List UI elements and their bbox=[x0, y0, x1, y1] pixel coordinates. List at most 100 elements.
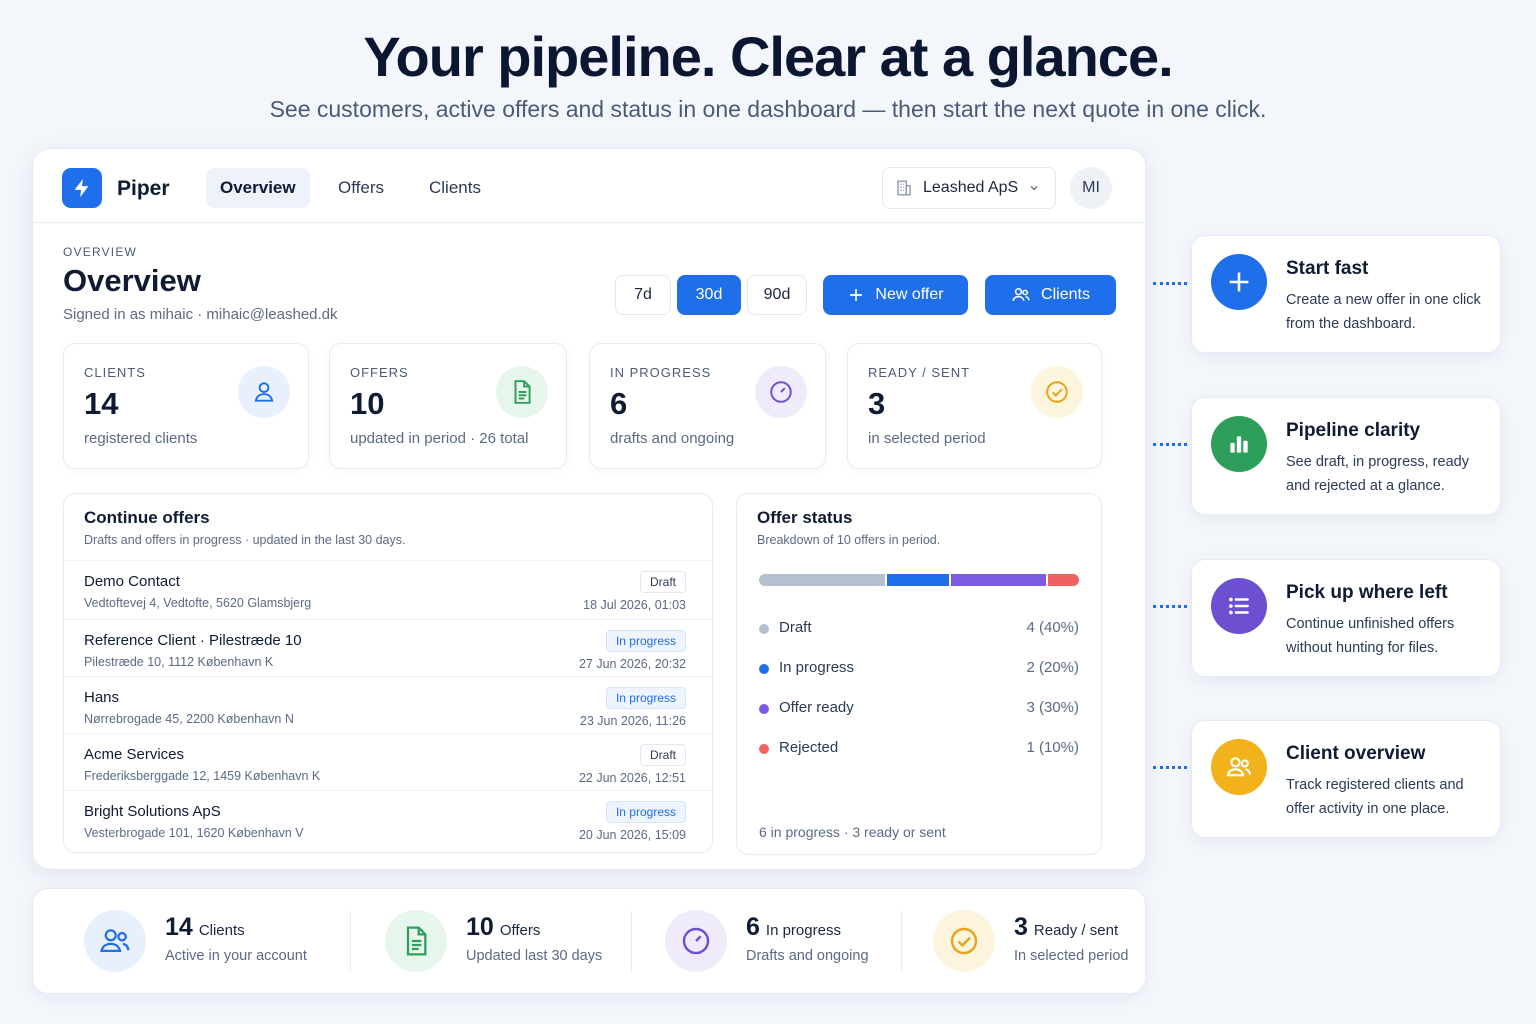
document-icon bbox=[385, 910, 447, 972]
new-offer-button[interactable]: New offer bbox=[823, 275, 968, 315]
nav-tab-overview[interactable]: Overview bbox=[206, 168, 310, 208]
chevron-down-icon bbox=[1030, 186, 1038, 191]
stat-value: 3 bbox=[868, 386, 886, 421]
summary-label: In progress bbox=[765, 922, 841, 939]
stat-label: READY / SENT bbox=[868, 365, 971, 380]
offer-address: Vedtoftevej 4, Vedtofte, 5620 Glamsbjerg bbox=[84, 596, 312, 610]
status-badge: In progress bbox=[605, 687, 686, 709]
period-7d-button[interactable]: 7d bbox=[615, 275, 671, 315]
legend-item-offer-ready: Offer ready 3 (30%) bbox=[759, 698, 1079, 720]
summary-sub: In selected period bbox=[1014, 948, 1129, 964]
status-bar-segment bbox=[951, 574, 1046, 586]
offer-date: 20 Jun 2026, 15:09 bbox=[578, 828, 686, 842]
panel-title: Continue offers bbox=[84, 508, 210, 527]
legend-label: In progress bbox=[779, 659, 855, 676]
offer-row[interactable]: Acme Services Frederiksberggade 12, 1459… bbox=[64, 733, 712, 790]
offer-name: Hans bbox=[84, 689, 120, 706]
panel-title: Offer status bbox=[757, 508, 853, 527]
summary-value: 3 Ready / sent bbox=[1014, 913, 1118, 942]
connector-dots bbox=[1153, 766, 1187, 769]
clients-button-label: Clients bbox=[1041, 286, 1090, 303]
stat-subtext: updated in period · 26 total bbox=[350, 430, 529, 447]
avatar[interactable]: MI bbox=[1070, 167, 1112, 209]
status-bar-segment bbox=[1047, 574, 1079, 586]
divider bbox=[901, 911, 902, 971]
panel-subtitle: Breakdown of 10 offers in period. bbox=[757, 533, 941, 547]
offer-date: 23 Jun 2026, 11:26 bbox=[579, 714, 686, 728]
clients-button[interactable]: Clients bbox=[985, 275, 1116, 315]
check-circle-icon bbox=[1031, 366, 1083, 418]
stat-value: 14 bbox=[84, 386, 119, 421]
period-90d-button[interactable]: 90d bbox=[747, 275, 807, 315]
org-name: Leashed ApS bbox=[923, 179, 1019, 196]
period-30d-button[interactable]: 30d bbox=[677, 275, 741, 315]
summary-number: 10 bbox=[466, 913, 494, 941]
stat-card-clients[interactable]: CLIENTS 14 registered clients bbox=[63, 343, 309, 469]
legend-value: 1 (10%) bbox=[1026, 739, 1079, 756]
legend-label: Rejected bbox=[779, 739, 839, 756]
offer-row[interactable]: Reference Client · Pilestræde 10 Pilestr… bbox=[64, 619, 712, 676]
connector-dots bbox=[1153, 282, 1187, 285]
plus-icon bbox=[1211, 254, 1267, 310]
summary-value: 14 Clients bbox=[165, 913, 245, 942]
status-badge: In progress bbox=[605, 630, 686, 652]
feature-desc: Continue unfinished offers without hunti… bbox=[1286, 616, 1455, 656]
stat-value: 6 bbox=[610, 386, 628, 421]
connector-dots bbox=[1153, 443, 1187, 446]
status-badge: In progress bbox=[605, 801, 686, 823]
offer-date: 18 Jul 2026, 01:03 bbox=[583, 598, 686, 612]
divider bbox=[350, 911, 351, 971]
check-circle-icon bbox=[933, 910, 995, 972]
stat-card-offers[interactable]: OFFERS 10 updated in period · 26 total bbox=[329, 343, 567, 469]
status-badge: Draft bbox=[639, 571, 686, 593]
summary-value: 10 Offers bbox=[466, 913, 540, 942]
legend-label: Draft bbox=[779, 619, 812, 636]
offer-name: Reference Client · Pilestræde 10 bbox=[84, 632, 302, 649]
hero-subtitle: See customers, active offers and status … bbox=[269, 96, 1267, 122]
feature-title: Client overview bbox=[1286, 743, 1426, 764]
legend-dot bbox=[759, 704, 769, 714]
summary-number: 3 bbox=[1014, 913, 1028, 941]
users-icon bbox=[1012, 288, 1030, 302]
nav-tab-clients[interactable]: Clients bbox=[415, 168, 495, 208]
offer-date: 22 Jun 2026, 12:51 bbox=[578, 771, 686, 785]
summary-bar: 14 Clients Active in your account 10 Offer… bbox=[32, 888, 1146, 994]
org-switcher[interactable]: Leashed ApS bbox=[882, 167, 1056, 209]
continue-offers-panel: Continue offers Drafts and offers in pro… bbox=[63, 493, 713, 853]
divider bbox=[631, 911, 632, 971]
document-icon bbox=[496, 366, 548, 418]
summary-label: Clients bbox=[198, 922, 245, 939]
offer-name: Demo Contact bbox=[84, 573, 180, 590]
offer-address: Pilestræde 10, 1112 København K bbox=[84, 655, 274, 669]
offer-name: Acme Services bbox=[84, 746, 185, 763]
offer-name: Bright Solutions ApS bbox=[84, 803, 221, 820]
summary-value: 6 In progress bbox=[746, 913, 841, 942]
connector-dots bbox=[1153, 605, 1187, 608]
feature-card-pipeline-clarity: Pipeline clarity See draft, in progress,… bbox=[1191, 397, 1501, 515]
summary-label: Offers bbox=[499, 922, 541, 939]
legend-item-rejected: Rejected 1 (10%) bbox=[759, 738, 1079, 760]
stat-subtext: drafts and ongoing bbox=[610, 430, 735, 447]
lightning-icon[interactable] bbox=[62, 168, 102, 208]
offer-date: 27 Jun 2026, 20:32 bbox=[578, 657, 686, 671]
timer-icon bbox=[755, 366, 807, 418]
stat-card-in-progress[interactable]: IN PROGRESS 6 drafts and ongoing bbox=[589, 343, 826, 469]
summary-sub: Active in your account bbox=[165, 948, 307, 964]
offer-row[interactable]: Hans Nørrebrogade 45, 2200 København N I… bbox=[64, 676, 712, 733]
summary-sub: Drafts and ongoing bbox=[746, 948, 869, 964]
nav-tab-offers[interactable]: Offers bbox=[324, 168, 398, 208]
offer-address: Nørrebrogade 45, 2200 København N bbox=[84, 712, 294, 726]
stat-card-ready-sent[interactable]: READY / SENT 3 in selected period bbox=[847, 343, 1102, 469]
summary-sub: Updated last 30 days bbox=[466, 948, 603, 964]
offer-row[interactable]: Bright Solutions ApS Vesterbrogade 101, … bbox=[64, 790, 712, 847]
legend-item-in-progress: In progress 2 (20%) bbox=[759, 658, 1079, 680]
legend-value: 3 (30%) bbox=[1026, 699, 1079, 716]
status-badge: Draft bbox=[639, 744, 686, 766]
offer-row[interactable]: Demo Contact Vedtoftevej 4, Vedtofte, 56… bbox=[64, 560, 712, 617]
summary-label: Ready / sent bbox=[1033, 922, 1119, 939]
brand-name[interactable]: Piper bbox=[117, 177, 170, 201]
feature-title: Pick up where left bbox=[1286, 582, 1448, 603]
stat-value: 10 bbox=[350, 386, 385, 421]
status-bar-segment bbox=[759, 574, 885, 586]
feature-desc: See draft, in progress, ready and reject… bbox=[1286, 454, 1469, 494]
